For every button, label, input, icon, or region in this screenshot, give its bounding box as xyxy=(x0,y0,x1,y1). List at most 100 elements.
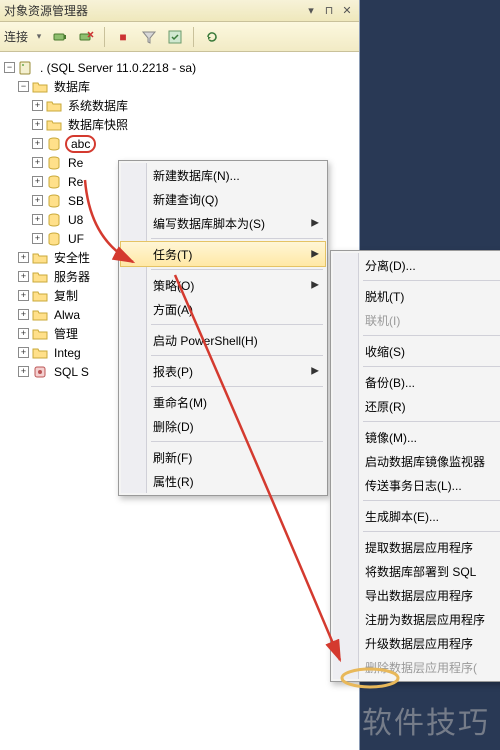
folder-icon xyxy=(32,288,48,304)
tree-label: 管理 xyxy=(51,324,81,343)
menu1-item[interactable]: 删除(D) xyxy=(121,414,325,438)
menu2-item[interactable]: 生成脚本(E)... xyxy=(333,504,500,528)
menu2-item: 联机(I) xyxy=(333,308,500,332)
panel-title: 对象资源管理器 xyxy=(4,2,301,19)
tree-databases[interactable]: − 数据库 xyxy=(4,77,359,96)
refresh-icon[interactable] xyxy=(202,27,222,47)
menu-item-label: 启动数据库镜像监视器 xyxy=(365,453,485,470)
tree-label-selected: abc xyxy=(65,135,96,153)
submenu-arrow-icon: ▶ xyxy=(311,366,319,377)
folder-icon xyxy=(32,250,48,266)
menu1-item[interactable]: 报表(P) ▶ xyxy=(121,359,325,383)
menu2-item[interactable]: 将数据库部署到 SQL xyxy=(333,559,500,583)
close-icon[interactable]: ✕ xyxy=(339,4,355,18)
menu1-item[interactable]: 新建查询(Q) xyxy=(121,187,325,211)
connect-icon[interactable] xyxy=(50,27,70,47)
menu-item-label: 报表(P) xyxy=(153,363,193,380)
connect-label[interactable]: 连接 xyxy=(4,28,28,45)
registered-servers-icon[interactable] xyxy=(165,27,185,47)
tree-label: U8 xyxy=(65,212,86,228)
menu-item-label: 传送事务日志(L)... xyxy=(365,477,462,494)
menu1-item[interactable]: 刷新(F) xyxy=(121,445,325,469)
menu2-item[interactable]: 镜像(M)... xyxy=(333,425,500,449)
tree-snapshots[interactable]: + 数据库快照 xyxy=(4,115,359,134)
menu-item-label: 导出数据层应用程序 xyxy=(365,587,473,604)
submenu-arrow-icon: ▶ xyxy=(311,280,319,291)
tree-label: Alwa xyxy=(51,307,83,323)
menu2-item[interactable]: 分离(D)... xyxy=(333,253,500,277)
menu-item-label: 脱机(T) xyxy=(365,288,404,305)
menu1-item[interactable]: 启动 PowerShell(H) xyxy=(121,328,325,352)
menu-separator xyxy=(151,238,323,239)
menu2-item[interactable]: 启动数据库镜像监视器 xyxy=(333,449,500,473)
menu-separator xyxy=(363,280,500,281)
toolbar-separator xyxy=(104,27,105,47)
folder-icon xyxy=(46,98,62,114)
database-icon xyxy=(46,193,62,209)
menu-separator xyxy=(363,421,500,422)
menu1-item[interactable]: 编写数据库脚本为(S)▶ xyxy=(121,211,325,235)
menu-item-label: 注册为数据层应用程序 xyxy=(365,611,485,628)
menu-separator xyxy=(151,441,323,442)
menu-item-label: 属性(R) xyxy=(153,473,194,490)
submenu-arrow-icon: ▶ xyxy=(311,218,319,229)
tree-label: Re xyxy=(65,174,86,190)
pin-icon[interactable]: ⊓ xyxy=(321,4,337,18)
menu-separator xyxy=(363,531,500,532)
menu2-item[interactable]: 注册为数据层应用程序 xyxy=(333,607,500,631)
folder-icon xyxy=(32,269,48,285)
menu-item-label: 重命名(M) xyxy=(153,394,207,411)
tree-db-abc[interactable]: + abc xyxy=(4,134,359,153)
menu-separator xyxy=(363,366,500,367)
menu2-item[interactable]: 收缩(S)▶ xyxy=(333,339,500,363)
filter-icon[interactable] xyxy=(139,27,159,47)
menu-item-label: 还原(R) xyxy=(365,398,406,415)
menu-item-label: 收缩(S) xyxy=(365,343,405,360)
menu-item-label: 将数据库部署到 SQL xyxy=(365,563,476,580)
menu2-item[interactable]: 升级数据层应用程序 xyxy=(333,631,500,655)
tree-label: SB xyxy=(65,193,87,209)
menu-item-label: 分离(D)... xyxy=(365,257,416,274)
menu-separator xyxy=(151,355,323,356)
window-dropdown-icon[interactable]: ▾ xyxy=(303,4,319,18)
tree-label: 服务器 xyxy=(51,267,93,286)
menu1-item[interactable]: 属性(R) xyxy=(121,469,325,493)
menu2-item[interactable]: 传送事务日志(L)... xyxy=(333,473,500,497)
connect-dropdown-icon[interactable]: ▾ xyxy=(34,32,44,42)
menu2-item[interactable]: 导出数据层应用程序 xyxy=(333,583,500,607)
context-menu: 新建数据库(N)...新建查询(Q)编写数据库脚本为(S)▶任务(T)▶策略(O… xyxy=(118,160,328,496)
tree-label: 数据库快照 xyxy=(65,115,131,134)
menu-item-label: 启动 PowerShell(H) xyxy=(153,332,258,349)
menu1-item[interactable]: 新建数据库(N)... xyxy=(121,163,325,187)
menu1-item[interactable]: 方面(A) xyxy=(121,297,325,321)
tree-root-label: . (SQL Server 11.0.2218 - sa) xyxy=(37,60,199,76)
menu-item-label: 刷新(F) xyxy=(153,449,192,466)
menu-item-label: 删除数据层应用程序( xyxy=(365,659,477,676)
menu2-item[interactable]: 脱机(T) xyxy=(333,284,500,308)
menu-item-label: 任务(T) xyxy=(153,246,192,263)
folder-icon xyxy=(46,117,62,133)
stop-icon[interactable]: ■ xyxy=(113,27,133,47)
folder-icon xyxy=(32,345,48,361)
watermark: 软件技巧 xyxy=(362,698,490,742)
tree-label: UF xyxy=(65,231,87,247)
tree-system-databases[interactable]: + 系统数据库 xyxy=(4,96,359,115)
disconnect-icon[interactable] xyxy=(76,27,96,47)
menu2-item[interactable]: 提取数据层应用程序 xyxy=(333,535,500,559)
panel-titlebar: 对象资源管理器 ▾ ⊓ ✕ xyxy=(0,0,359,22)
menu2-item[interactable]: 还原(R)▶ xyxy=(333,394,500,418)
menu1-item[interactable]: 重命名(M) xyxy=(121,390,325,414)
menu2-item[interactable]: 备份(B)... xyxy=(333,370,500,394)
menu-separator xyxy=(151,386,323,387)
menu1-item[interactable]: 策略(O) ▶ xyxy=(121,273,325,297)
tree-label: Integ xyxy=(51,345,84,361)
tree-root[interactable]: − . (SQL Server 11.0.2218 - sa) xyxy=(4,58,359,77)
menu-item-label: 生成脚本(E)... xyxy=(365,508,439,525)
menu1-item[interactable]: 任务(T)▶ xyxy=(120,241,326,267)
menu-item-label: 新建查询(Q) xyxy=(153,191,218,208)
toolbar-separator xyxy=(193,27,194,47)
server-icon xyxy=(18,60,34,76)
menu-item-label: 备份(B)... xyxy=(365,374,415,391)
tree-label: 数据库 xyxy=(51,77,93,96)
menu-item-label: 策略(O) xyxy=(153,277,194,294)
